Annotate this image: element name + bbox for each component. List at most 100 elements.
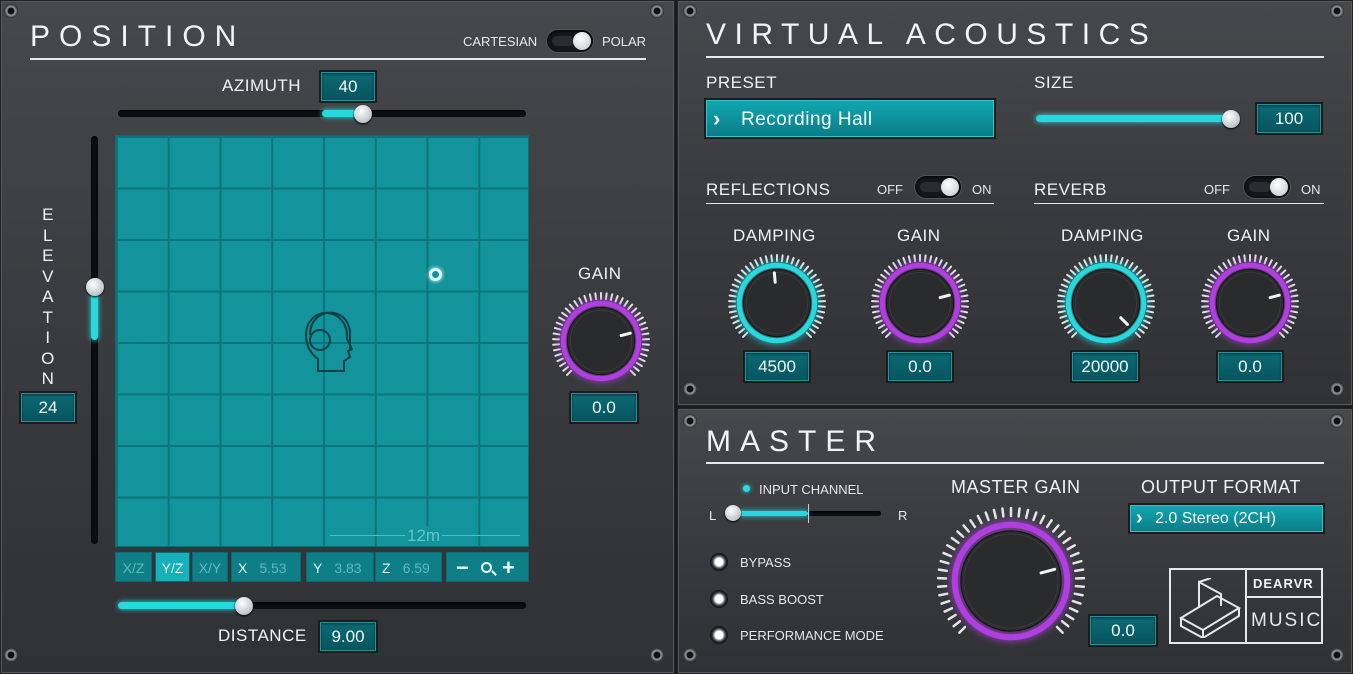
- knob-tick: [881, 328, 889, 334]
- reverb-gain-knob[interactable]: [1199, 252, 1301, 359]
- listener-head-icon: [304, 311, 354, 372]
- reverb-gain-value[interactable]: 0.0: [1218, 352, 1282, 381]
- knob-tick: [1128, 262, 1134, 270]
- size-slider-thumb[interactable]: [1222, 110, 1240, 128]
- knob-tick: [588, 293, 593, 302]
- master-gain-value[interactable]: 0.0: [1090, 616, 1156, 645]
- knob-tick: [1263, 256, 1268, 265]
- reflections-gain-value[interactable]: 0.0: [888, 352, 952, 381]
- preset-dropdown[interactable]: › Recording Hall: [706, 100, 994, 137]
- dearvr-logo-mark-icon: [1179, 578, 1241, 638]
- knob-tick: [1232, 256, 1237, 265]
- knob-tick: [1032, 511, 1038, 522]
- bass-boost-radio[interactable]: [710, 590, 728, 608]
- distance-value[interactable]: 9.00: [320, 622, 376, 651]
- size-slider-fill: [1036, 115, 1231, 122]
- knob-tick: [1124, 259, 1129, 267]
- knob-tick: [614, 294, 619, 303]
- reflections-toggle[interactable]: [915, 176, 961, 198]
- knob-tick: [1237, 255, 1242, 264]
- position-title: POSITION: [30, 20, 246, 53]
- reflections-damping-label: DAMPING: [733, 226, 816, 245]
- source-position-marker[interactable]: [429, 268, 442, 281]
- reflections-damping-knob[interactable]: [726, 252, 828, 359]
- output-format-dropdown[interactable]: › 2.0 Stereo (2CH): [1130, 505, 1323, 532]
- knob-tick: [1059, 314, 1068, 319]
- knob-tick: [630, 307, 638, 314]
- knob-tick: [1284, 323, 1292, 330]
- knob-tick: [817, 294, 826, 298]
- tab-xz[interactable]: X/Z: [115, 552, 152, 582]
- master-gain-knob[interactable]: [935, 505, 1087, 662]
- knob-tick: [938, 592, 949, 597]
- knob-tick: [754, 259, 759, 267]
- knob-tick: [1073, 592, 1084, 597]
- elevation-slider[interactable]: [91, 136, 98, 544]
- knob-tick: [573, 300, 579, 308]
- reverb-damping-value[interactable]: 20000: [1072, 352, 1138, 381]
- gain-knob[interactable]: [550, 290, 652, 397]
- knob-tick: [564, 307, 572, 314]
- knob-tick: [952, 619, 962, 628]
- distance-slider-fill: [118, 602, 245, 609]
- reverb-toggle[interactable]: [1244, 176, 1290, 198]
- knob-tick: [785, 255, 790, 264]
- reverb-damping-knob[interactable]: [1055, 252, 1157, 359]
- knob-tick: [1017, 507, 1021, 518]
- knob-tick: [1066, 544, 1076, 551]
- knob-tick: [1290, 294, 1299, 298]
- input-channel-thumb[interactable]: [725, 505, 741, 521]
- knob-tick: [1281, 328, 1289, 334]
- bypass-radio[interactable]: [710, 553, 728, 571]
- knob-tick: [1203, 314, 1212, 319]
- reflections-gain-label: GAIN: [897, 226, 941, 245]
- knob-tick: [959, 288, 968, 293]
- knob-tick: [1213, 269, 1221, 276]
- knob-tick: [1146, 294, 1155, 298]
- reflections-damping-value[interactable]: 4500: [745, 352, 809, 381]
- coordinate-mode-toggle[interactable]: [547, 30, 593, 52]
- y-value: 3.83: [334, 560, 362, 576]
- knob-tick: [780, 254, 784, 263]
- knob-tick: [1268, 259, 1273, 267]
- elevation-value[interactable]: 24: [21, 393, 75, 422]
- knob-tick: [1069, 269, 1077, 276]
- zoom-out-button[interactable]: −: [456, 553, 469, 583]
- knob-tick: [749, 262, 755, 270]
- knob-tick: [943, 606, 954, 613]
- knob-tick: [872, 288, 881, 293]
- input-right-label: R: [898, 508, 908, 523]
- elevation-slider-thumb[interactable]: [86, 277, 104, 296]
- reflections-rule: [706, 203, 994, 204]
- reflections-gain-knob[interactable]: [869, 252, 971, 359]
- gain-value[interactable]: 0.0: [571, 393, 637, 422]
- performance-mode-radio[interactable]: [710, 626, 728, 644]
- knob-tick: [1290, 310, 1299, 314]
- azimuth-value[interactable]: 40: [321, 72, 375, 101]
- tab-xy[interactable]: X/Y: [192, 552, 228, 582]
- tab-yz[interactable]: Y/Z: [155, 552, 190, 582]
- x-coordinate-field[interactable]: X 5.53: [231, 552, 301, 582]
- zoom-in-button[interactable]: +: [502, 553, 515, 583]
- knob-tick: [1083, 259, 1088, 267]
- size-value[interactable]: 100: [1257, 104, 1321, 133]
- azimuth-slider-thumb[interactable]: [353, 105, 372, 123]
- reverb-rule: [1034, 203, 1324, 204]
- scale-label: 12m: [405, 526, 443, 546]
- knob-tick: [1222, 262, 1228, 270]
- y-coordinate-field[interactable]: Y 3.83: [306, 552, 374, 582]
- z-coordinate-field[interactable]: Z 6.59: [375, 552, 442, 582]
- knob-tick: [954, 323, 962, 330]
- knob-tick: [1067, 328, 1075, 334]
- knob-tick: [902, 256, 907, 265]
- knob-tick: [562, 366, 570, 372]
- knob-tick: [1215, 331, 1222, 338]
- z-value: 6.59: [402, 560, 430, 576]
- knob-tick: [1288, 314, 1297, 319]
- knob-tick: [907, 255, 912, 264]
- knob-tick: [814, 283, 823, 288]
- knob-tick: [948, 331, 955, 338]
- knob-tick: [604, 292, 608, 301]
- knob-tick: [940, 599, 951, 605]
- knob-tick: [1134, 331, 1141, 338]
